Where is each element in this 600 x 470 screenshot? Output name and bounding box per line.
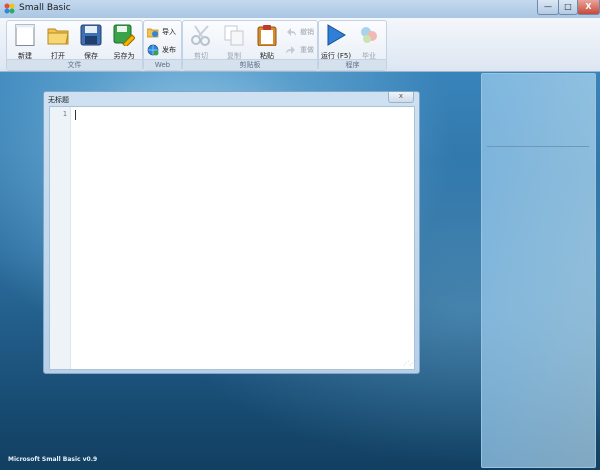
program-group-label: 程序	[319, 59, 386, 70]
window-title: Small Basic	[19, 3, 71, 13]
ribbon: 新建 打开 保存 另存为 文件 导入 发布 Web 剪切 复制 粘贴 撤销 重做…	[0, 18, 600, 72]
app-window: Small Basic — □ X 新建 打开 保存 另存为 文件 导入 发布 …	[0, 0, 600, 470]
save-as-icon	[113, 24, 135, 46]
program-group: 运行 (F5) 毕业 程序	[318, 20, 387, 71]
minimize-button[interactable]: —	[537, 0, 559, 15]
open-folder-icon	[47, 28, 69, 45]
new-button[interactable]: 新建	[9, 23, 41, 60]
editor-window[interactable]: 无标题 x 1 ⋰⋰	[43, 91, 420, 374]
editor-title: 无标题	[48, 96, 69, 104]
status-version-text: Microsoft Small Basic v0.9	[8, 456, 98, 463]
copy-button[interactable]: 复制	[218, 23, 250, 60]
line-number-gutter: 1	[50, 107, 71, 369]
import-button[interactable]: 导入	[147, 26, 179, 38]
title-bar: Small Basic — □ X	[0, 0, 600, 19]
line-number: 1	[62, 110, 67, 118]
undo-label: 撤销	[300, 28, 314, 36]
import-icon	[147, 28, 159, 38]
redo-label: 重做	[300, 46, 314, 54]
close-button[interactable]: X	[577, 0, 600, 15]
publish-button[interactable]: 发布	[147, 44, 179, 56]
text-caret	[75, 110, 76, 120]
undo-arrow-icon	[287, 28, 296, 36]
publish-label: 发布	[162, 46, 176, 54]
open-button[interactable]: 打开	[42, 23, 74, 60]
code-editor[interactable]: 1 ⋰⋰	[49, 106, 415, 370]
help-side-panel	[481, 73, 596, 468]
save-disk-icon	[80, 24, 102, 46]
run-play-icon	[327, 24, 346, 46]
paste-button[interactable]: 粘贴	[251, 23, 283, 60]
new-document-icon	[15, 24, 35, 46]
file-group: 新建 打开 保存 另存为 文件	[6, 20, 143, 71]
small-basic-logo-icon	[4, 3, 15, 14]
clipboard-group-label: 剪贴板	[183, 59, 317, 70]
paste-clipboard-icon	[257, 25, 277, 46]
redo-arrow-icon	[286, 46, 295, 54]
publish-globe-icon	[147, 44, 159, 56]
web-group-label: Web	[144, 59, 181, 70]
clipboard-group: 剪切 复制 粘贴 撤销 重做 剪贴板	[182, 20, 318, 71]
undo-button[interactable]: 撤销	[285, 26, 315, 38]
web-group: 导入 发布 Web	[143, 20, 182, 71]
save-button[interactable]: 保存	[75, 23, 107, 60]
redo-button[interactable]: 重做	[285, 44, 315, 56]
cut-button[interactable]: 剪切	[185, 23, 217, 60]
copy-icon	[224, 25, 244, 46]
resize-grip-icon[interactable]: ⋰⋰	[403, 360, 415, 368]
save-as-button[interactable]: 另存为	[108, 23, 140, 60]
run-button[interactable]: 运行 (F5)	[320, 23, 352, 60]
graduate-button[interactable]: 毕业	[353, 23, 385, 60]
graduate-icon	[361, 27, 377, 43]
scissors-icon	[191, 25, 210, 46]
file-group-label: 文件	[7, 59, 142, 70]
workspace: 无标题 x 1 ⋰⋰ Microsoft Small Basic v0.9	[0, 72, 600, 470]
side-panel-divider	[487, 146, 589, 147]
editor-close-button[interactable]: x	[388, 92, 414, 103]
maximize-button[interactable]: □	[558, 0, 578, 15]
import-label: 导入	[162, 28, 176, 36]
